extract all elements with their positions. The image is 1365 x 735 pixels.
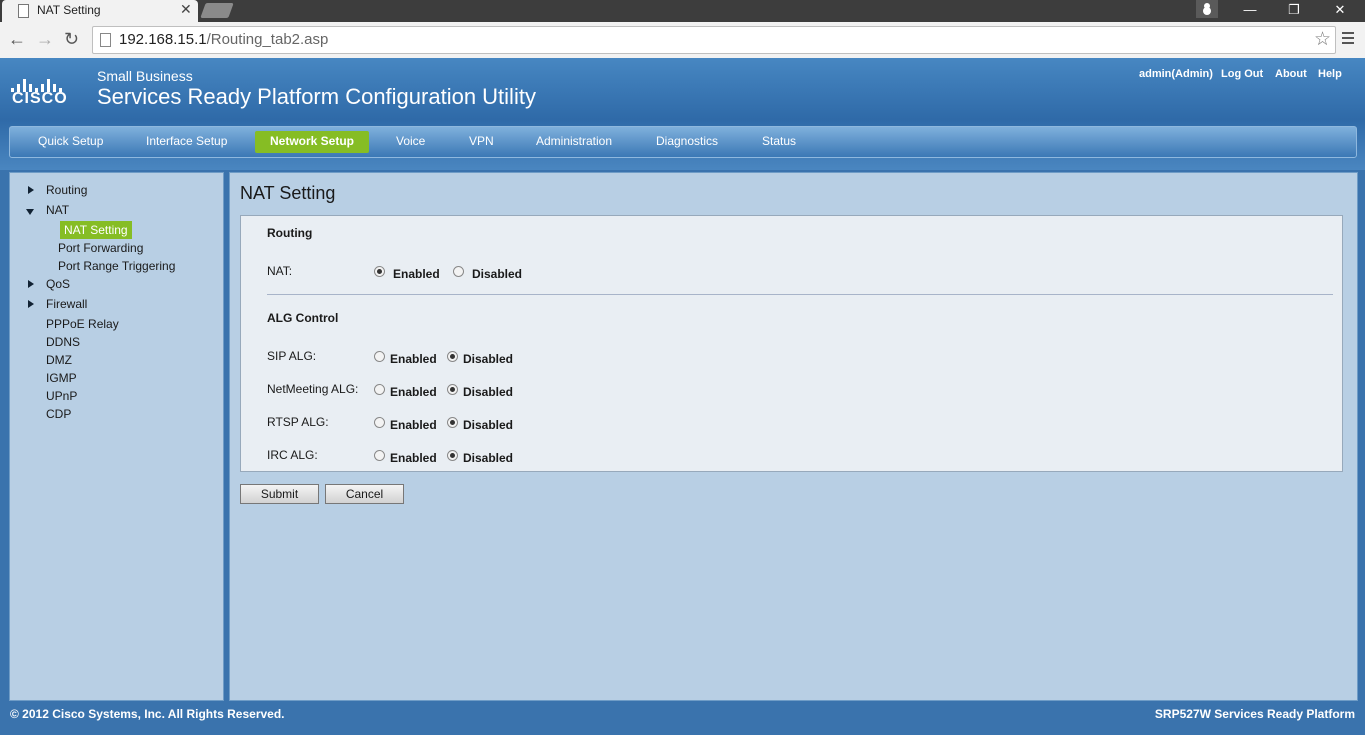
logout-link[interactable]: Log Out bbox=[1221, 68, 1263, 80]
expand-icon[interactable] bbox=[28, 300, 34, 308]
irc-enabled-label[interactable]: Enabled bbox=[390, 451, 437, 465]
close-window-icon[interactable]: ✕ bbox=[1318, 0, 1362, 22]
sidebar-item-igmp[interactable]: IGMP bbox=[46, 371, 77, 385]
browser-tab-strip: NAT Setting ✕ — ❐ ✕ bbox=[0, 0, 1365, 22]
address-bar[interactable]: 192.168.15.1/Routing_tab2.asp ☆ bbox=[92, 26, 1336, 54]
netmeeting-enabled-label[interactable]: Enabled bbox=[390, 385, 437, 399]
netmeeting-disabled-label[interactable]: Disabled bbox=[463, 385, 513, 399]
main-nav: Quick Setup Interface Setup Network Setu… bbox=[9, 126, 1357, 158]
page-icon bbox=[18, 4, 29, 18]
sip-disabled-radio[interactable] bbox=[447, 351, 458, 362]
sidebar-item-upnp[interactable]: UPnP bbox=[46, 389, 77, 403]
sidebar-item-qos[interactable]: QoS bbox=[46, 277, 70, 291]
nav-quick-setup[interactable]: Quick Setup bbox=[38, 127, 103, 157]
nat-disabled-radio[interactable] bbox=[453, 266, 464, 277]
alg-row-label: IRC ALG: bbox=[267, 448, 318, 462]
browser-toolbar: ← → ↻ 192.168.15.1/Routing_tab2.asp ☆ bbox=[0, 22, 1365, 59]
sidebar-item-pppoe-relay[interactable]: PPPoE Relay bbox=[46, 317, 119, 331]
forward-icon[interactable]: → bbox=[36, 29, 54, 50]
nav-interface-setup[interactable]: Interface Setup bbox=[146, 127, 227, 157]
nav-status[interactable]: Status bbox=[762, 127, 796, 157]
nat-label: NAT: bbox=[267, 264, 293, 278]
rtsp-enabled-radio[interactable] bbox=[374, 417, 385, 428]
sidebar-item-nat-setting[interactable]: NAT Setting bbox=[60, 221, 132, 239]
about-link[interactable]: About bbox=[1275, 68, 1307, 80]
sip-enabled-radio[interactable] bbox=[374, 351, 385, 362]
bookmark-star-icon[interactable]: ☆ bbox=[1314, 28, 1331, 51]
product-name: SRP527W Services Ready Platform bbox=[1154, 707, 1355, 721]
copyright: © 2012 Cisco Systems, Inc. All Rights Re… bbox=[10, 707, 285, 721]
sidebar-item-cdp[interactable]: CDP bbox=[46, 407, 71, 421]
minimize-icon[interactable]: — bbox=[1228, 0, 1272, 22]
sidebar: Routing NAT NAT Setting Port Forwarding … bbox=[9, 172, 224, 701]
rtsp-disabled-label[interactable]: Disabled bbox=[463, 418, 513, 432]
settings-panel: Routing NAT: Enabled Disabled ALG Contro… bbox=[240, 215, 1343, 472]
profile-icon[interactable] bbox=[1196, 0, 1218, 18]
nat-enabled-label[interactable]: Enabled bbox=[393, 267, 440, 281]
alg-row-label: NetMeeting ALG: bbox=[267, 382, 359, 396]
url-host: 192.168.15.1 bbox=[119, 31, 207, 48]
sidebar-item-port-forwarding[interactable]: Port Forwarding bbox=[58, 241, 143, 255]
sidebar-item-ddns[interactable]: DDNS bbox=[46, 335, 80, 349]
irc-disabled-label[interactable]: Disabled bbox=[463, 451, 513, 465]
url-path: /Routing_tab2.asp bbox=[206, 31, 329, 48]
netmeeting-disabled-radio[interactable] bbox=[447, 384, 458, 395]
sidebar-item-routing[interactable]: Routing bbox=[46, 183, 87, 197]
expand-icon[interactable] bbox=[28, 186, 34, 194]
expand-icon[interactable] bbox=[28, 280, 34, 288]
irc-enabled-radio[interactable] bbox=[374, 450, 385, 461]
help-link[interactable]: Help bbox=[1318, 68, 1342, 80]
url-text[interactable]: 192.168.15.1/Routing_tab2.asp bbox=[119, 31, 328, 48]
main-content: NAT Setting Routing NAT: Enabled Disable… bbox=[229, 172, 1358, 701]
section-divider bbox=[267, 294, 1333, 295]
nav-voice[interactable]: Voice bbox=[396, 127, 425, 157]
submit-button[interactable]: Submit bbox=[240, 484, 319, 504]
nav-network-setup[interactable]: Network Setup bbox=[255, 131, 370, 153]
current-user: admin(Admin) bbox=[1139, 68, 1213, 80]
sidebar-item-nat[interactable]: NAT bbox=[46, 203, 69, 217]
alg-row-label: SIP ALG: bbox=[267, 349, 317, 363]
nav-diagnostics[interactable]: Diagnostics bbox=[656, 127, 718, 157]
new-tab-button[interactable] bbox=[200, 3, 234, 18]
restore-icon[interactable]: ❐ bbox=[1272, 0, 1316, 22]
brand-small: Small Business bbox=[97, 68, 193, 84]
netmeeting-enabled-radio[interactable] bbox=[374, 384, 385, 395]
menu-icon[interactable] bbox=[1342, 32, 1354, 34]
reload-icon[interactable]: ↻ bbox=[64, 29, 79, 50]
app-header: CISCO Small Business Services Ready Plat… bbox=[0, 58, 1365, 170]
routing-section-title: Routing bbox=[267, 226, 313, 240]
page-icon bbox=[100, 33, 111, 47]
logo-text: CISCO bbox=[12, 90, 68, 107]
page-title: NAT Setting bbox=[240, 183, 336, 203]
browser-tab-title: NAT Setting bbox=[37, 3, 101, 17]
nat-enabled-radio[interactable] bbox=[374, 266, 385, 277]
nat-disabled-label[interactable]: Disabled bbox=[472, 267, 522, 281]
rtsp-enabled-label[interactable]: Enabled bbox=[390, 418, 437, 432]
nav-administration[interactable]: Administration bbox=[536, 127, 612, 157]
back-icon[interactable]: ← bbox=[8, 29, 26, 50]
cisco-logo: CISCO bbox=[9, 70, 73, 110]
nav-vpn[interactable]: VPN bbox=[469, 127, 494, 157]
alg-row-label: RTSP ALG: bbox=[267, 415, 329, 429]
browser-tab[interactable]: NAT Setting ✕ bbox=[2, 0, 198, 22]
sidebar-item-port-range-triggering[interactable]: Port Range Triggering bbox=[58, 259, 175, 273]
rtsp-disabled-radio[interactable] bbox=[447, 417, 458, 428]
cancel-button[interactable]: Cancel bbox=[325, 484, 404, 504]
sidebar-item-firewall[interactable]: Firewall bbox=[46, 297, 87, 311]
close-tab-icon[interactable]: ✕ bbox=[180, 1, 192, 18]
collapse-icon[interactable] bbox=[26, 209, 34, 215]
sidebar-item-dmz[interactable]: DMZ bbox=[46, 353, 72, 367]
irc-disabled-radio[interactable] bbox=[447, 450, 458, 461]
alg-section-title: ALG Control bbox=[267, 311, 339, 325]
sip-disabled-label[interactable]: Disabled bbox=[463, 352, 513, 366]
app-title: Services Ready Platform Configuration Ut… bbox=[97, 84, 536, 109]
sip-enabled-label[interactable]: Enabled bbox=[390, 352, 437, 366]
